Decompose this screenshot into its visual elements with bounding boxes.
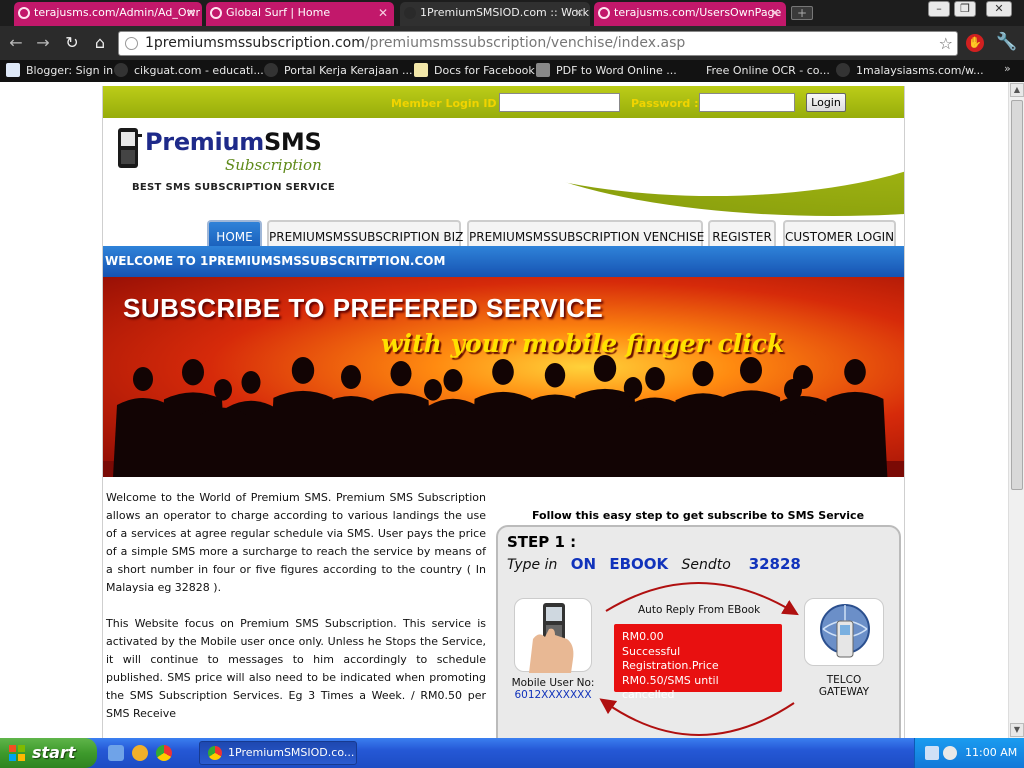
clock: 11:00 AM xyxy=(965,746,1018,759)
page-favicon-icon xyxy=(264,63,278,77)
back-icon[interactable]: ← xyxy=(6,33,26,53)
bookmark-item[interactable]: Free Online OCR - co... xyxy=(706,63,830,79)
mobile-user-caption: Mobile User No: 6012XXXXXXX xyxy=(511,677,595,701)
home-icon[interactable]: ⌂ xyxy=(90,33,110,53)
vertical-scrollbar[interactable]: ▲ ▼ xyxy=(1008,82,1024,738)
login-button[interactable]: Login xyxy=(806,93,846,112)
bookmark-item[interactable]: PDF to Word Online ... xyxy=(536,63,677,79)
network-icon[interactable] xyxy=(925,746,939,760)
logo-tagline: BEST SMS SUBSCRIPTION SERVICE xyxy=(132,182,335,193)
bookmarks-overflow-icon[interactable]: » xyxy=(1004,62,1011,75)
system-tray: 11:00 AM xyxy=(914,738,1024,768)
member-login-label: Member Login ID : xyxy=(391,97,505,110)
reply-message-box: RM0.00 Successful Registration.Price RM0… xyxy=(614,624,782,701)
steps-title: Follow this easy step to get subscribe t… xyxy=(531,509,865,522)
wrench-menu-icon[interactable]: 🔧 xyxy=(996,32,1017,52)
google-icon xyxy=(6,63,20,77)
page-info-icon[interactable] xyxy=(125,37,138,50)
close-tab-icon[interactable]: ✕ xyxy=(770,2,780,24)
volume-icon[interactable] xyxy=(943,746,957,760)
pdf-icon xyxy=(536,63,550,77)
windows-taskbar: start 1PremiumSMSIOD.co... 11:00 AM xyxy=(0,738,1024,768)
page-favicon-icon xyxy=(18,7,30,19)
chrome-icon xyxy=(208,746,222,760)
intro-text: Welcome to the World of Premium SMS. Pre… xyxy=(106,489,486,738)
mobile-phone-icon xyxy=(118,128,142,168)
browser-toolbar: ← → ↻ ⌂ 1premiumsmssubscription.com/prem… xyxy=(0,26,1024,60)
close-window-button[interactable]: ✕ xyxy=(986,1,1012,17)
password-input[interactable] xyxy=(699,93,795,112)
tab-title: terajusms.com/UsersOwnPage xyxy=(614,6,782,19)
page-favicon-icon xyxy=(598,7,610,19)
minimize-button[interactable]: – xyxy=(928,1,950,17)
tab-title: 1PremiumSMSIOD.com :: Work xyxy=(420,6,590,19)
page-favicon-icon xyxy=(114,63,128,77)
url-path: /premiumsmssubscription/venchise/index.a… xyxy=(364,35,686,51)
bookmark-star-icon[interactable]: ☆ xyxy=(939,32,953,55)
browser-tab[interactable]: terajusms.com/Admin/Ad_Owr ✕ xyxy=(14,2,202,26)
mobile-user-tile xyxy=(514,598,592,673)
intro-paragraph: Welcome to the World of Premium SMS. Pre… xyxy=(106,491,486,594)
page-favicon-icon xyxy=(836,63,850,77)
bookmarks-bar: Blogger: Sign in cikguat.com - educati..… xyxy=(0,60,1024,82)
bookmark-item[interactable]: Docs for Facebook xyxy=(414,63,535,79)
logo-subscription: Subscription xyxy=(225,156,322,174)
adblock-icon[interactable]: ✋ xyxy=(966,34,984,52)
forward-icon[interactable]: → xyxy=(33,33,53,53)
globe-phone-icon xyxy=(820,604,870,658)
close-tab-icon[interactable]: ✕ xyxy=(378,2,388,24)
show-desktop-icon[interactable] xyxy=(108,745,124,761)
site-logo[interactable]: PremiumSMS Subscription BEST SMS SUBSCRI… xyxy=(115,126,335,198)
taskbar-window-button[interactable]: 1PremiumSMSIOD.co... xyxy=(199,741,357,765)
forgot-password-link[interactable]: Forgot your password xyxy=(785,128,904,141)
new-tab-button[interactable]: + xyxy=(791,6,813,20)
scroll-up-icon[interactable]: ▲ xyxy=(1010,83,1024,97)
bookmark-item[interactable]: 1malaysiasms.com/w... xyxy=(836,63,984,79)
scroll-down-icon[interactable]: ▼ xyxy=(1010,723,1024,737)
hero-banner: SUBSCRIBE TO PREFERED SERVICE with your … xyxy=(103,277,904,477)
tab-title: terajusms.com/Admin/Ad_Owr xyxy=(34,6,200,19)
chrome-icon[interactable] xyxy=(156,745,172,761)
crowd-silhouette-illustration xyxy=(103,355,904,477)
address-bar[interactable]: 1premiumsmssubscription.com/premiumsmssu… xyxy=(118,31,958,56)
step-1-card: STEP 1 : Type in ON EBOOK Sendto 32828 M… xyxy=(496,525,901,738)
browser-tab-active[interactable]: 1PremiumSMSIOD.com :: Work ✕ xyxy=(400,2,590,26)
banner-headline: SUBSCRIBE TO PREFERED SERVICE xyxy=(123,293,604,323)
restore-button[interactable]: ❐ xyxy=(954,1,976,17)
windows-logo-icon xyxy=(9,745,25,761)
browser-tab[interactable]: Global Surf | Home ✕ xyxy=(206,2,394,26)
close-tab-icon[interactable]: ✕ xyxy=(186,2,196,24)
reload-icon[interactable]: ↻ xyxy=(62,33,82,53)
url-host: 1premiumsmssubscription.com xyxy=(145,35,365,51)
telco-gateway-caption: TELCO GATEWAY xyxy=(818,674,870,698)
page-viewport: Member Login ID : Password : Login Forgo… xyxy=(0,82,1024,738)
document-icon xyxy=(414,63,428,77)
site-header: Member Login ID : Password : Login Forgo… xyxy=(103,86,904,254)
intro-paragraph: This Website focus on Premium SMS Subscr… xyxy=(106,617,486,720)
password-label: Password : xyxy=(631,97,699,110)
hand-phone-icon xyxy=(529,603,574,673)
welcome-bar: WELCOME TO 1PREMIUMSMSSUBSCRITPTION.COM xyxy=(103,246,904,277)
media-player-icon[interactable] xyxy=(132,745,148,761)
browser-tab[interactable]: terajusms.com/UsersOwnPage ✕ xyxy=(594,2,786,26)
close-tab-icon[interactable]: ✕ xyxy=(574,2,584,24)
bookmark-item[interactable]: Portal Kerja Kerajaan ... xyxy=(264,63,413,79)
site-container: Member Login ID : Password : Login Forgo… xyxy=(102,86,905,738)
bookmark-item[interactable]: cikguat.com - educati... xyxy=(114,63,264,79)
browser-tab-strip: terajusms.com/Admin/Ad_Owr ✕ Global Surf… xyxy=(0,0,1024,26)
welcome-text: WELCOME TO 1PREMIUMSMSSUBSCRITPTION.COM xyxy=(105,254,446,268)
tab-title: Global Surf | Home xyxy=(226,6,331,19)
page-favicon-icon xyxy=(210,7,222,19)
telco-gateway-tile xyxy=(804,598,884,666)
page-favicon-icon xyxy=(404,7,416,19)
auto-reply-label: Auto Reply From EBook xyxy=(638,604,761,616)
bookmark-item[interactable]: Blogger: Sign in xyxy=(6,63,113,79)
start-button[interactable]: start xyxy=(0,738,97,768)
logo-wordmark: PremiumSMS xyxy=(145,128,322,156)
member-login-input[interactable] xyxy=(499,93,620,112)
scrollbar-thumb[interactable] xyxy=(1011,100,1023,490)
